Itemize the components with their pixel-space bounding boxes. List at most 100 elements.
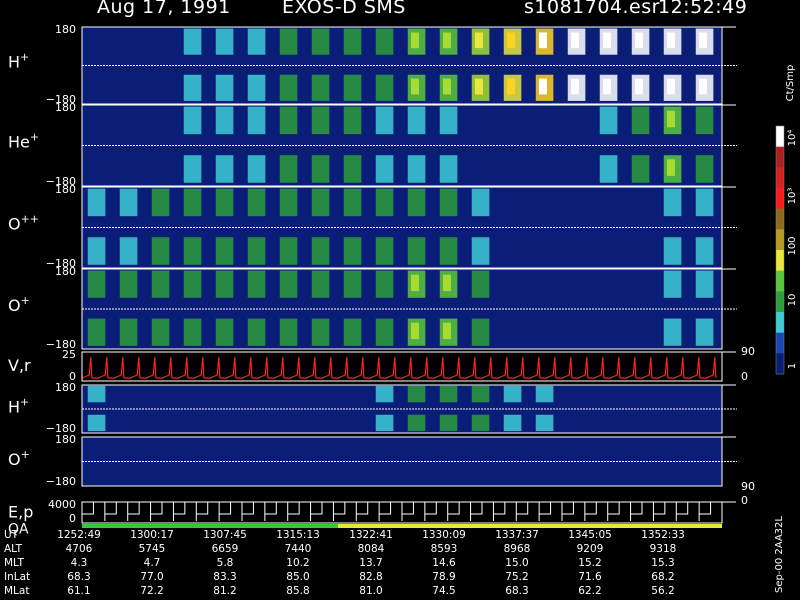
y-tick-top: 180 [55,265,76,278]
spectrogram-cell-5-2 [215,155,234,183]
spectrogram-cell-20-1 [695,188,714,217]
spectrogram-cell-6-1 [247,28,266,55]
ephemeris-value: 61.1 [67,585,91,597]
y-tick-top: 180 [55,23,76,36]
spectrogram-cell-5-1 [215,28,234,55]
ephemeris-value: 68.3 [67,571,91,583]
colorbar-segment-5 [776,208,784,230]
spectrogram-cell-9-1 [343,28,362,55]
ephemeris-value: 9209 [576,543,604,555]
spectrogram-cell-15-2 [535,414,554,432]
spectrogram-cell-12-1 [439,385,458,403]
ephemeris-value: 1252:49 [57,529,101,541]
ephemeris-value: 8968 [503,543,531,555]
qa-bar-green [82,524,338,528]
spectrogram-peak-11-2 [410,322,419,339]
panel-label-superscript: + [21,294,30,307]
ephemeris-value: 71.6 [578,571,602,583]
spectrogram-cell-3-2 [151,237,170,265]
spectrogram-cell-10-2 [375,237,394,265]
spectrogram-cell-10-2 [375,74,394,101]
ephemeris-value: 68.2 [651,571,675,583]
right-tick-1: 90 [741,345,755,358]
ephemeris-value: 1300:17 [130,529,174,541]
ephemeris-value: 8084 [357,543,385,555]
spectrogram-cell-19-1 [663,188,682,217]
spectrogram-cell-2-1 [119,270,138,298]
ephemeris-value: 81.2 [213,585,237,597]
y-tick-top: 25 [62,348,76,361]
spectrogram-cell-10-1 [375,106,394,135]
panel-4: O+180−180 [8,265,737,351]
ephemeris-label: ALT [4,543,23,555]
y-tick-bottom: 0 [69,512,76,525]
spectrogram-cell-3-2 [151,318,170,346]
spectrogram-cell-7-2 [279,318,298,346]
colorbar-segment-11 [776,332,784,354]
spectrogram-peak-15-1 [538,32,547,49]
spectrogram-cell-6-2 [247,237,266,265]
colorbar-label-2: 10³ [787,188,798,205]
spectrogram-cell-19-2 [663,237,682,265]
panel-label: E,p [8,502,33,521]
ephemeris-value: 81.0 [359,585,383,597]
spectrogram-cell-2-2 [119,237,138,265]
spectrogram-cell-3-1 [151,188,170,217]
spectrogram-cell-4-1 [183,270,202,298]
ephemeris-value: 1337:37 [495,529,539,541]
ephemeris-value: 78.9 [432,571,456,583]
ephemeris-label: InLat [4,571,31,583]
spectrogram-cell-10-2 [375,318,394,346]
spectrogram-cell-5-1 [215,270,234,298]
colorbar-segment-10 [776,312,784,334]
spectrogram-cell-20-1 [695,270,714,298]
colorbar-segment-9 [776,291,784,313]
spectrogram-cell-7-2 [279,237,298,265]
header-instrument: EXOS-D SMS [282,0,406,18]
ephemeris-value: 74.5 [432,585,456,597]
spectrogram-cell-13-2 [471,318,490,346]
ephemeris-value: 8593 [430,543,458,555]
y-tick-top: 180 [55,101,76,114]
spectrogram-cell-14-1 [503,385,522,403]
spectrogram-cell-13-1 [471,188,490,217]
spectrogram-peak-13-1 [474,32,483,49]
spectrogram-peak-19-2 [666,159,675,176]
spectrogram-cell-6-2 [247,74,266,101]
spectrogram-cell-8-1 [311,188,330,217]
spectrogram-peak-18-1 [634,32,643,49]
spectrogram-cell-7-1 [279,270,298,298]
colorbar-segment-12 [776,353,784,375]
ephemeris-row-mlt: MLT 4.3 4.7 5.8 10.2 13.7 14.6 15.0 15.2 15.3 [0,557,780,570]
spectrogram-cell-11-2 [407,237,426,265]
spectrogram-cell-12-1 [439,188,458,217]
panel-label: He+ [8,130,39,151]
ephemeris-value: 15.3 [651,557,675,569]
spectrogram-cell-1-2 [87,414,106,432]
spectrogram-cell-12-2 [439,155,458,183]
ephemeris-value: 9318 [649,543,677,555]
ephemeris-value: 15.0 [505,557,529,569]
spectrogram-cell-12-2 [439,237,458,265]
panel-label-superscript: + [20,51,29,64]
spectrogram-cell-4-2 [183,74,202,101]
y-tick-top: 4000 [48,498,76,511]
ephemeris-value: 1345:05 [568,529,612,541]
ephemeris-value: 68.3 [505,585,529,597]
spectrogram-cell-1-2 [87,237,106,265]
ephemeris-value: 85.8 [286,585,310,597]
ephemeris-value: 13.7 [359,557,383,569]
spectrogram-cell-3-1 [151,270,170,298]
panel-label: O+ [8,294,30,315]
spectrogram-peak-12-2 [442,322,451,339]
spectrogram-cell-9-2 [343,155,362,183]
spectrogram-cell-5-2 [215,74,234,101]
ephemeris-value: 4706 [65,543,93,555]
spectrogram-cell-12-1 [439,106,458,135]
ephemeris-value: 7440 [284,543,312,555]
spectrogram-cell-9-1 [343,270,362,298]
spectrogram-cell-8-2 [311,155,330,183]
spectrogram-cell-10-1 [375,28,394,55]
ephemeris-value: 1352:33 [641,529,685,541]
spectrogram-cell-8-2 [311,237,330,265]
